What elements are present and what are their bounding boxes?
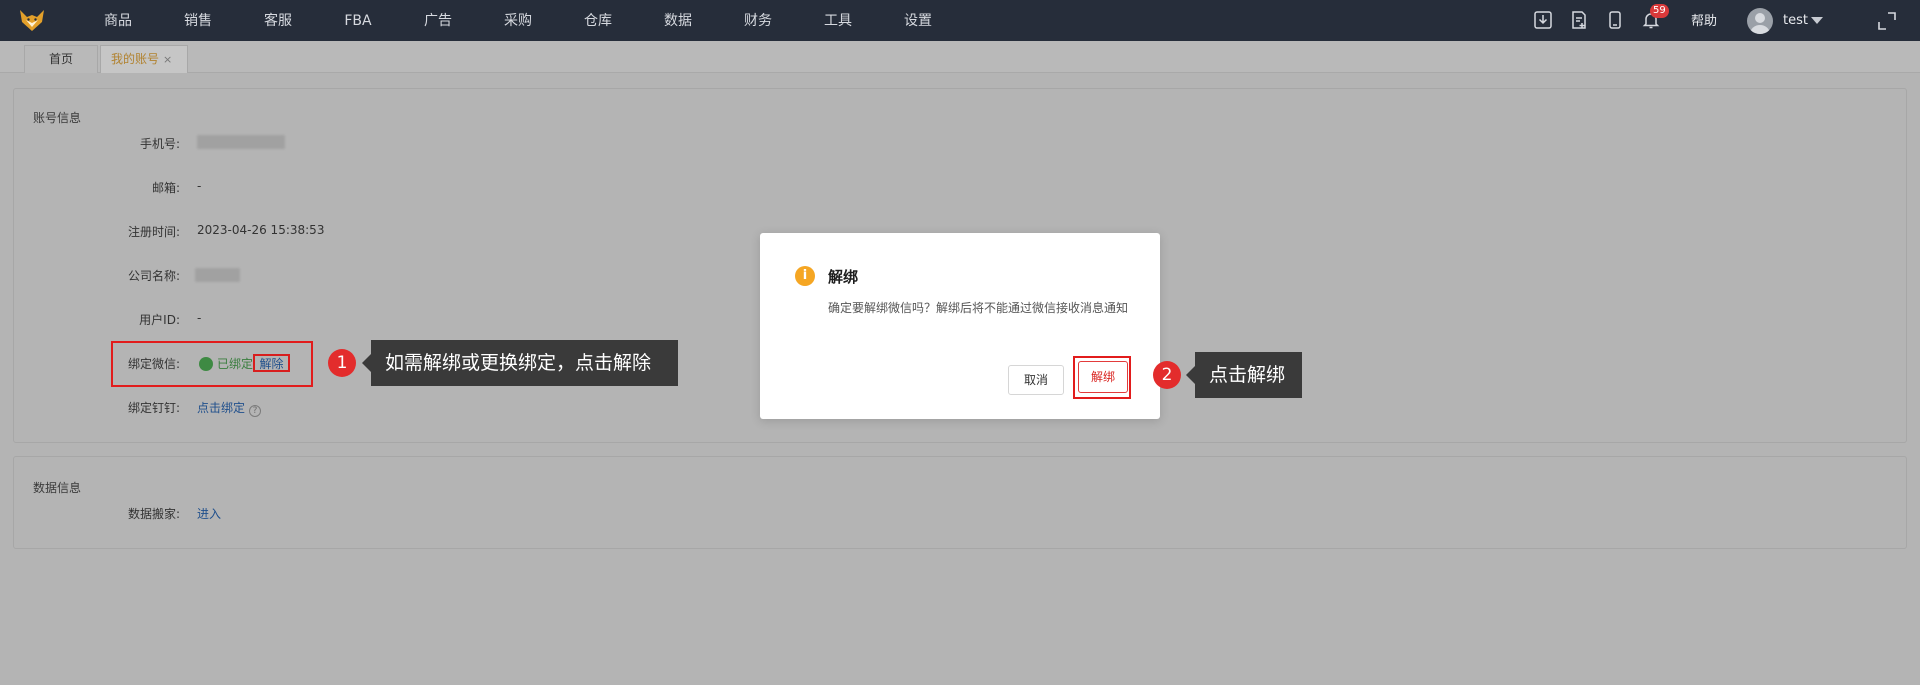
mobile-phone-icon[interactable] <box>1605 10 1625 30</box>
page-tab-bar: 首页 我的账号 × <box>0 41 1920 73</box>
highlight-box-wechat-row <box>111 341 313 387</box>
nav-item-sales[interactable]: 销售 <box>158 0 238 41</box>
company-value-redacted <box>195 268 240 285</box>
document-add-icon[interactable] <box>1569 10 1589 30</box>
top-navigation-bar: 商品 销售 客服 FBA 广告 采购 仓库 数据 财务 工具 设置 59 帮助 … <box>0 0 1920 41</box>
register-time-label: 注册时间: <box>127 225 180 239</box>
nav-item-customer-service[interactable]: 客服 <box>238 0 318 41</box>
register-time-value: 2023-04-26 15:38:53 <box>197 223 325 237</box>
dingtalk-label: 绑定钉钉: <box>127 401 180 415</box>
step-1-callout: 如需解绑或更换绑定，点击解除 <box>362 340 678 386</box>
nav-item-finance[interactable]: 财务 <box>718 0 798 41</box>
avatar[interactable] <box>1747 8 1773 34</box>
email-label: 邮箱: <box>151 181 180 195</box>
company-label: 公司名称: <box>127 269 180 283</box>
dialog-message: 确定要解绑微信吗？解绑后将不能通过微信接收消息通知 <box>828 301 1129 315</box>
phone-value-redacted <box>197 135 285 152</box>
warning-icon: i <box>795 266 815 286</box>
email-value: - <box>197 179 202 193</box>
user-id-label: 用户ID: <box>139 313 180 327</box>
nav-item-products[interactable]: 商品 <box>78 0 158 41</box>
step-2-marker: 2 <box>1153 361 1181 389</box>
fox-logo-icon[interactable] <box>18 6 46 34</box>
download-icon[interactable] <box>1533 10 1553 30</box>
dialog-title: 解绑 <box>828 268 859 286</box>
nav-item-warehouse[interactable]: 仓库 <box>558 0 638 41</box>
confirm-unbind-button[interactable]: 解绑 <box>1078 361 1128 393</box>
chevron-down-icon[interactable] <box>1811 17 1823 24</box>
dingtalk-bind-link[interactable]: 点击绑定 <box>197 401 245 415</box>
nav-item-settings[interactable]: 设置 <box>878 0 958 41</box>
tab-my-account-label: 我的账号 <box>111 52 160 66</box>
data-info-card <box>13 456 1907 549</box>
user-avatar-icon <box>1750 13 1770 34</box>
notification-count-badge: 59 <box>1650 4 1669 18</box>
nav-item-fba[interactable]: FBA <box>318 0 398 41</box>
nav-item-tools[interactable]: 工具 <box>798 0 878 41</box>
data-info-section-title: 数据信息 <box>33 481 82 495</box>
fullscreen-icon[interactable] <box>1877 11 1897 31</box>
step-1-marker: 1 <box>328 349 356 377</box>
close-icon[interactable]: × <box>163 53 172 66</box>
phone-label: 手机号: <box>139 137 180 151</box>
tab-home[interactable]: 首页 <box>24 45 98 73</box>
username-label[interactable]: test <box>1783 0 1808 41</box>
main-menu: 商品 销售 客服 FBA 广告 采购 仓库 数据 财务 工具 设置 <box>78 0 958 41</box>
nav-item-ads[interactable]: 广告 <box>398 0 478 41</box>
unbind-confirm-dialog: i 解绑 确定要解绑微信吗？解绑后将不能通过微信接收消息通知 取消 解绑 <box>760 233 1160 419</box>
dingtalk-row: 点击绑定? <box>197 399 262 417</box>
nav-item-purchasing[interactable]: 采购 <box>478 0 558 41</box>
data-migration-label: 数据搬家: <box>127 507 180 521</box>
question-icon[interactable]: ? <box>249 405 262 417</box>
data-migration-enter-link[interactable]: 进入 <box>197 505 221 522</box>
tab-my-account[interactable]: 我的账号 × <box>100 45 188 73</box>
cancel-button[interactable]: 取消 <box>1008 365 1064 395</box>
help-link[interactable]: 帮助 <box>1691 0 1717 43</box>
step-2-callout: 点击解绑 <box>1186 352 1302 398</box>
account-info-section-title: 账号信息 <box>33 111 82 125</box>
user-id-value: - <box>197 311 202 325</box>
nav-item-data[interactable]: 数据 <box>638 0 718 41</box>
